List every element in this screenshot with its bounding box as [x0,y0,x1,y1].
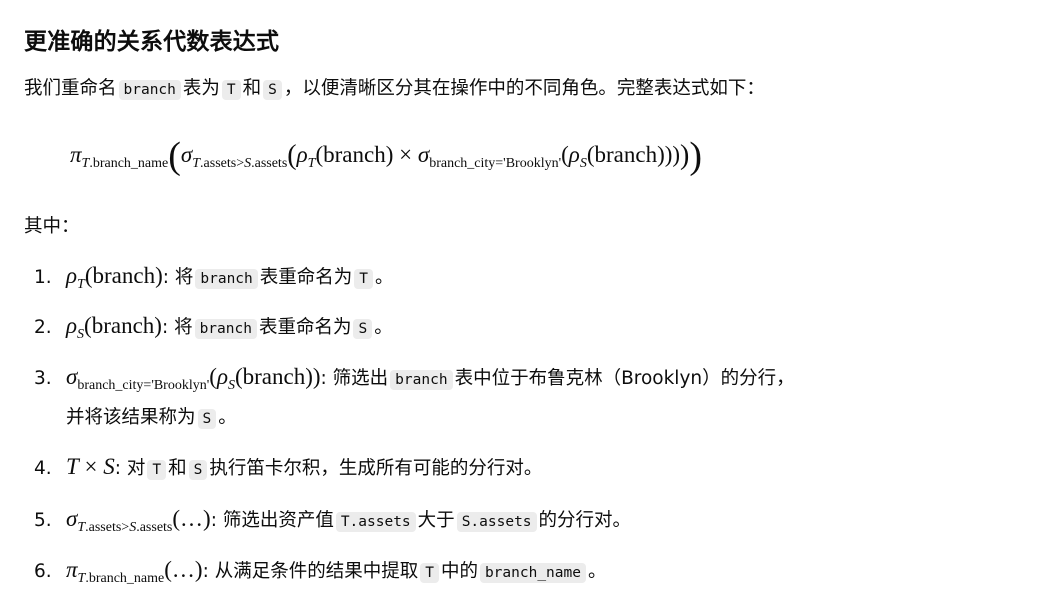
list-number: 4. [34,458,52,479]
med-paren-close: ) [680,140,690,171]
sigma2-subscript: branch_city='Brooklyn' [429,156,562,171]
big-paren-close: ) [689,135,703,177]
list-item-continuation: 并将该结果称为 S。 [66,407,237,429]
inline-code: T [420,563,439,583]
intro-paragraph: 我们重命名 branch 表为 T 和 S ，以便清晰区分其在操作中的不同角色。完整表达式如… [24,75,765,104]
list-number: 2. [34,317,52,338]
list-item: 3. σbranch_city='Brooklyn'(ρS(branch)): 筛… [34,364,795,393]
display-formula: πT.branch_name(σT.assets>S.assets(ρT(bra… [70,135,703,177]
list-number: 3. [34,368,52,389]
intro-text: ，以便清晰区分其在操作中的不同角色。完整表达式如下： [283,78,765,99]
sigma-symbol: σ [180,142,193,167]
list-item: 2. ρS(branch): 将 branch 表重命名为 S。 [34,313,393,342]
pi-subscript: T.branch_name [81,156,169,171]
inline-code: branch [194,319,257,339]
inline-code: branch_name [479,563,586,583]
sigma-symbol: σ [66,506,78,531]
times-symbol: × [399,142,413,167]
inline-code: S [197,409,217,429]
rho-symbol: ρ [66,263,78,288]
list-item: 5. σT.assets>S.assets(…): 筛选出资产值 T.assets 大… [34,506,632,535]
branch-arg: (branch) [315,142,394,167]
sigma-symbol: σ [66,364,78,389]
sigma2-symbol: σ [417,142,430,167]
inline-code: branch [390,370,453,390]
inline-code: S.assets [456,512,537,532]
inline-code-t: T [221,80,241,100]
inline-code-s: S [263,80,282,100]
inline-code: T [354,269,374,289]
inline-code: T [147,460,167,480]
intro-text: 表为 [182,78,220,99]
list-item: 6. πT.branch_name(…): 从满足条件的结果中提取 T 中的 branc… [34,557,607,586]
med-paren-open: ( [287,140,297,171]
rho2-symbol: ρ [568,142,580,167]
branch2-arg: (branch))) [586,142,681,167]
inline-code: S [353,319,373,339]
inline-code: T.assets [335,512,416,532]
list-number: 5. [34,510,52,531]
inline-code-branch: branch [118,80,181,100]
rho-symbol: ρ [296,142,308,167]
intro-text: 我们重命名 [24,78,117,99]
big-paren-open: ( [168,135,181,177]
list-item: 1. ρT(branch): 将 branch 表重命名为 T。 [34,263,394,292]
list-item: 4. T × S: 对 T 和 S 执行笛卡尔积，生成所有可能的分行对。 [34,454,543,480]
list-number: 6. [34,561,52,582]
inline-code: S [188,460,208,480]
list-number: 1. [34,267,52,288]
sigma-subscript: T.assets>S.assets [192,156,288,171]
inline-code: branch [195,269,258,289]
pi-symbol: π [66,557,78,582]
rho-s-subscript: S [579,156,587,171]
section-heading: 更准确的关系代数表达式 [24,29,280,55]
pi-symbol: π [70,142,82,167]
rho-symbol: ρ [66,313,78,338]
where-label: 其中： [24,216,80,237]
intro-text: 和 [242,78,262,99]
